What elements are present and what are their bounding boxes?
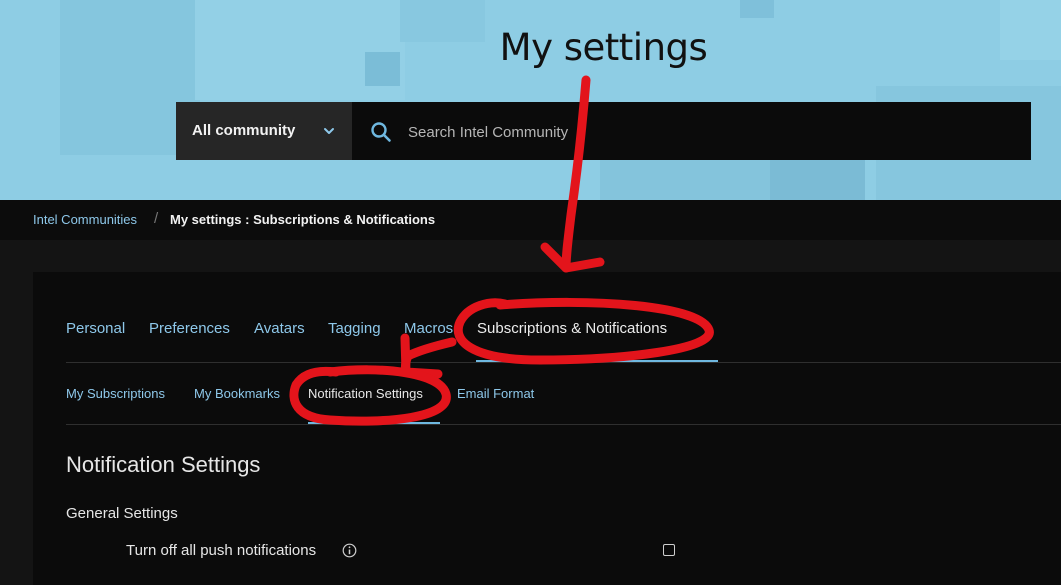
hero-tile — [740, 0, 774, 18]
breadcrumb: Intel Communities / My settings : Subscr… — [0, 200, 1061, 240]
section-title: Notification Settings — [66, 452, 261, 477]
subtab-email-format[interactable]: Email Format — [457, 386, 534, 401]
tab-macros[interactable]: Macros — [404, 320, 453, 337]
breadcrumb-current: My settings : Subscriptions & Notificati… — [170, 212, 436, 227]
search-scope-dropdown[interactable]: All community — [176, 102, 352, 160]
chevron-down-icon — [324, 128, 334, 134]
active-tab-indicator — [476, 360, 718, 362]
subtab-my-subscriptions[interactable]: My Subscriptions — [66, 386, 165, 401]
subtab-notification-settings[interactable]: Notification Settings — [308, 386, 423, 401]
breadcrumb-separator: / — [154, 210, 159, 227]
annotation-arrowhead-down — [540, 242, 605, 273]
settings-tabs: Personal Preferences Avatars Tagging Mac… — [66, 320, 1061, 363]
push-notifications-checkbox[interactable] — [663, 544, 675, 556]
group-title: General Settings — [66, 505, 178, 522]
breadcrumb-link-home[interactable]: Intel Communities — [33, 212, 137, 227]
active-subtab-indicator — [308, 422, 440, 424]
search-icon[interactable] — [370, 121, 392, 143]
tab-tagging[interactable]: Tagging — [328, 320, 381, 337]
page-title: My settings — [499, 26, 708, 69]
tab-preferences[interactable]: Preferences — [149, 320, 230, 337]
hero-tile — [770, 160, 865, 200]
tab-avatars[interactable]: Avatars — [254, 320, 305, 337]
settings-panel: Personal Preferences Avatars Tagging Mac… — [33, 272, 1061, 585]
search-bar: All community — [176, 102, 1031, 160]
hero-banner: My settings All community — [0, 0, 1061, 200]
search-scope-label: All community — [192, 122, 296, 139]
subtab-my-bookmarks[interactable]: My Bookmarks — [194, 386, 280, 401]
tab-subscriptions-notifications[interactable]: Subscriptions & Notifications — [477, 320, 667, 337]
search-input[interactable] — [406, 117, 1010, 147]
info-icon[interactable] — [342, 543, 357, 558]
settings-subtabs: My Subscriptions My Bookmarks Notificati… — [66, 386, 1061, 425]
tab-personal[interactable]: Personal — [66, 320, 125, 337]
option-label-push-notifications: Turn off all push notifications — [126, 542, 317, 559]
